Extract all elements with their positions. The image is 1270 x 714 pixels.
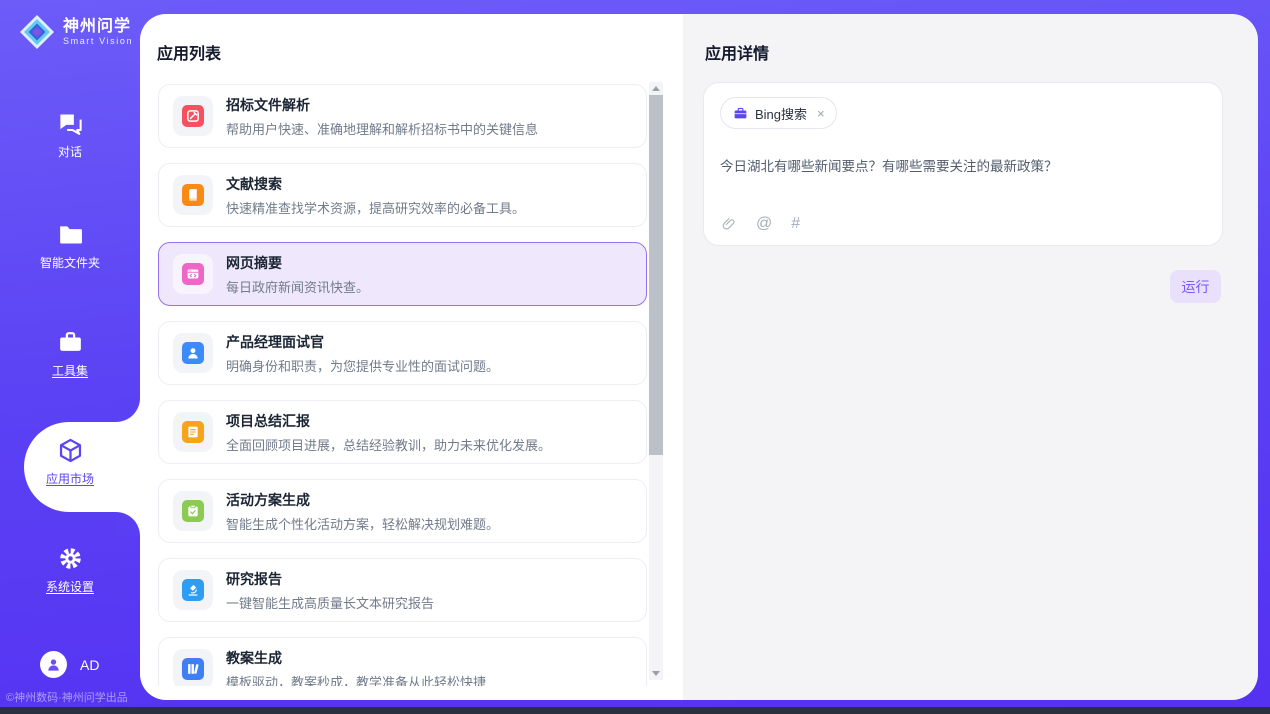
- hash-icon[interactable]: #: [791, 216, 800, 232]
- app-list: 招标文件解析 帮助用户快速、准确地理解和解析招标书中的关键信息 文献搜索 快速精…: [158, 84, 647, 686]
- note-icon: [182, 421, 204, 443]
- app-name: 招标文件解析: [226, 95, 538, 115]
- chat-icon: [57, 110, 84, 137]
- bubble-notch-top: [116, 398, 140, 422]
- scroll-down-arrow[interactable]: [649, 667, 663, 680]
- user-name: AD: [80, 657, 99, 673]
- sidebar-item-label: 智能文件夹: [40, 254, 100, 271]
- chip-close-icon[interactable]: ×: [817, 106, 825, 121]
- app-name: 研究报告: [226, 569, 434, 589]
- query-text-input[interactable]: 今日湖北有哪些新闻要点？有哪些需要关注的最新政策？: [720, 155, 1206, 175]
- sidebar-item-smart-folder[interactable]: 智能文件夹: [0, 221, 140, 271]
- app-list-scrollbar[interactable]: [649, 82, 663, 680]
- books-icon: [182, 658, 204, 680]
- app-name: 文献搜索: [226, 174, 525, 194]
- app-card-lesson-plan[interactable]: 教案生成 模板驱动，教案秒成，教学准备从此轻松快捷: [158, 637, 647, 686]
- app-card-bid-analysis[interactable]: 招标文件解析 帮助用户快速、准确地理解和解析招标书中的关键信息: [158, 84, 647, 148]
- app-card-literature-search[interactable]: 文献搜索 快速精准查找学术资源，提高研究效率的必备工具。: [158, 163, 647, 227]
- clipboard-check-icon: [182, 500, 204, 522]
- app-description: 帮助用户快速、准确地理解和解析招标书中的关键信息: [226, 119, 538, 138]
- sidebar-item-label: 应用市场: [46, 470, 94, 487]
- app-name: 网页摘要: [226, 253, 369, 273]
- app-description: 一键智能生成高质量长文本研究报告: [226, 593, 434, 612]
- bottom-edge-bar: [0, 707, 1270, 714]
- app-description: 每日政府新闻资讯快查。: [226, 277, 369, 296]
- app-description: 快速精准查找学术资源，提高研究效率的必备工具。: [226, 198, 525, 217]
- sidebar: 神州问学 Smart Vision 对话 智能文件夹 工具集 应用市场 系统设: [0, 0, 140, 714]
- tool-chip-label: Bing搜索: [755, 104, 807, 123]
- app-detail-title: 应用详情: [705, 40, 769, 64]
- run-button[interactable]: 运行: [1170, 270, 1221, 303]
- input-actions: @ #: [721, 216, 800, 232]
- at-mention-icon[interactable]: @: [756, 216, 772, 232]
- prompt-input-card[interactable]: Bing搜索 × 今日湖北有哪些新闻要点？有哪些需要关注的最新政策？ @ #: [703, 82, 1223, 246]
- sidebar-item-app-market[interactable]: 应用市场: [0, 437, 140, 487]
- app-name: 产品经理面试官: [226, 332, 499, 352]
- brand-subtitle: Smart Vision: [63, 36, 133, 46]
- scrollbar-thumb[interactable]: [649, 95, 663, 455]
- app-card-research-report[interactable]: 研究报告 一键智能生成高质量长文本研究报告: [158, 558, 647, 622]
- app-list-title: 应用列表: [157, 40, 221, 64]
- sidebar-item-label: 系统设置: [46, 578, 94, 595]
- app-detail-panel: 应用详情 Bing搜索 × 今日湖北有哪些新闻要点？有哪些需要关注的最新政策？ …: [683, 14, 1258, 700]
- app-description: 智能生成个性化活动方案，轻松解决规划难题。: [226, 514, 499, 533]
- app-name: 活动方案生成: [226, 490, 499, 510]
- paperclip-icon[interactable]: [721, 216, 737, 232]
- app-description: 全面回顾项目进展，总结经验教训，助力未来优化发展。: [226, 435, 551, 454]
- brand-name: 神州问学: [63, 18, 133, 36]
- sidebar-item-label: 工具集: [52, 362, 88, 379]
- person-icon: [45, 656, 62, 673]
- scroll-up-arrow[interactable]: [649, 82, 663, 95]
- sidebar-item-toolset[interactable]: 工具集: [0, 329, 140, 379]
- sidebar-item-settings[interactable]: 系统设置: [0, 545, 140, 595]
- avatar: [40, 651, 67, 678]
- main-container: 应用列表 招标文件解析 帮助用户快速、准确地理解和解析招标书中的关键信息 文献搜…: [140, 14, 1258, 700]
- browser-code-icon: [182, 263, 204, 285]
- app-card-web-summary[interactable]: 网页摘要 每日政府新闻资讯快查。: [158, 242, 647, 306]
- toolbox-icon: [57, 329, 84, 356]
- app-card-project-summary[interactable]: 项目总结汇报 全面回顾项目进展，总结经验教训，助力未来优化发展。: [158, 400, 647, 464]
- cube-icon: [57, 437, 84, 464]
- app-list-panel: 应用列表 招标文件解析 帮助用户快速、准确地理解和解析招标书中的关键信息 文献搜…: [140, 14, 683, 700]
- copyright-text: ©神州数码·神州问学出品: [6, 689, 128, 705]
- edit-square-icon: [182, 105, 204, 127]
- tool-chip-bing-search[interactable]: Bing搜索 ×: [720, 97, 837, 129]
- brand-logo: 神州问学 Smart Vision: [18, 13, 133, 51]
- sidebar-item-chat[interactable]: 对话: [0, 110, 140, 160]
- person-icon: [182, 342, 204, 364]
- diamond-logo-icon: [18, 13, 56, 51]
- app-description: 明确身份和职责，为您提供专业性的面试问题。: [226, 356, 499, 375]
- briefcase-icon: [733, 106, 748, 121]
- app-card-activity-plan[interactable]: 活动方案生成 智能生成个性化活动方案，轻松解决规划难题。: [158, 479, 647, 543]
- bubble-notch-bottom: [116, 512, 140, 536]
- sidebar-item-label: 对话: [58, 143, 82, 160]
- user-profile[interactable]: AD: [40, 651, 99, 678]
- app-name: 项目总结汇报: [226, 411, 551, 431]
- gear-icon: [57, 545, 84, 572]
- app-card-pm-interviewer[interactable]: 产品经理面试官 明确身份和职责，为您提供专业性的面试问题。: [158, 321, 647, 385]
- folder-icon: [57, 221, 84, 248]
- research-icon: [182, 579, 204, 601]
- book-icon: [182, 184, 204, 206]
- app-description: 模板驱动，教案秒成，教学准备从此轻松快捷: [226, 672, 486, 687]
- app-name: 教案生成: [226, 648, 486, 668]
